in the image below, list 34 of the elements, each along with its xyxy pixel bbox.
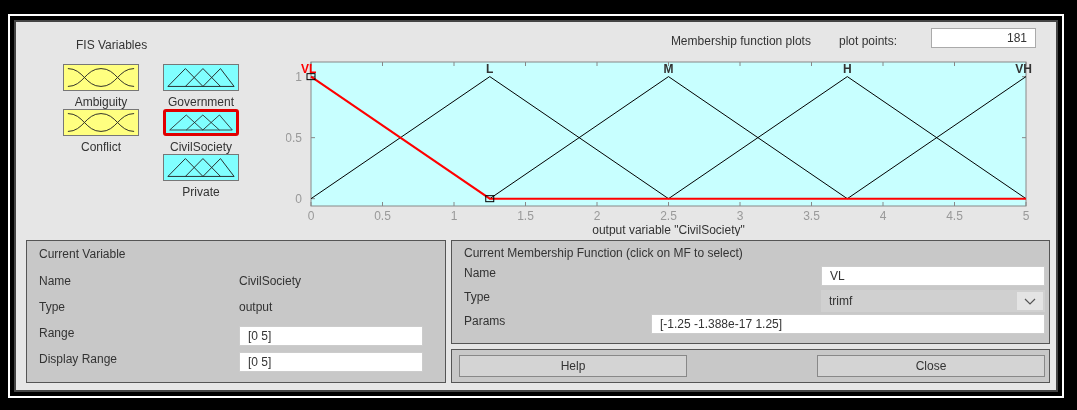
- field-label: plot points:: [838, 33, 897, 48]
- field-label: Display Range: [39, 352, 119, 366]
- tick-label: 4: [879, 208, 887, 223]
- variable-label: Private: [182, 185, 220, 199]
- field-label: Type: [39, 300, 66, 314]
- tick-label: 3.5: [803, 208, 820, 223]
- tick-label: 1: [295, 69, 302, 84]
- axis-label: output variable "CivilSociety": [592, 222, 745, 236]
- tick-label: 0.5: [374, 208, 391, 223]
- tick-label: 2: [593, 208, 601, 223]
- tick-label: 0: [307, 208, 315, 223]
- tick-label: 4.5: [946, 208, 963, 223]
- field-label: Name: [39, 274, 72, 288]
- field-label: Name: [464, 266, 497, 280]
- field-value: output: [239, 300, 274, 314]
- field-value: CivilSociety: [239, 274, 302, 288]
- tick-label: 3: [736, 208, 744, 223]
- plot-title: Membership function plots: [670, 33, 811, 48]
- panel-title: Current Membership Function (click on MF to select): [464, 246, 744, 260]
- tick-label: 5: [1022, 208, 1030, 223]
- tick-label: 0: [295, 191, 302, 206]
- field-label: Params: [464, 314, 507, 328]
- tick-label: 2.5: [660, 208, 677, 223]
- tick-label: 0.5: [286, 130, 302, 145]
- tick-label: 1: [450, 208, 458, 223]
- variable-label: Conflict: [81, 140, 121, 154]
- tick-label: 1.5: [517, 208, 534, 223]
- field-label: Type: [464, 290, 491, 304]
- variable-label: Ambiguity: [74, 95, 128, 109]
- panel-title: Current Variable: [39, 247, 127, 261]
- variable-label: Government: [168, 95, 234, 109]
- panel-title: FIS Variables: [76, 38, 149, 52]
- variable-label: CivilSociety: [170, 140, 232, 154]
- field-label: Range: [39, 326, 76, 340]
